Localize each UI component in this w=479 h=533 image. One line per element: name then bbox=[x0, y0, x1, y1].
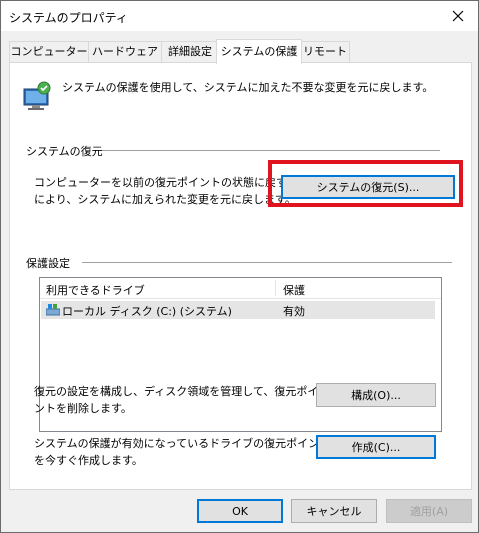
protection-divider bbox=[82, 262, 452, 263]
drive-protection-status: 有効 bbox=[283, 305, 305, 318]
apply-button[interactable]: 適用(A) bbox=[386, 499, 472, 523]
tab-hardware[interactable]: ハードウェア bbox=[88, 41, 162, 62]
tab-advanced[interactable]: 詳細設定 bbox=[161, 41, 219, 62]
ok-button[interactable]: OK bbox=[197, 499, 283, 523]
close-button[interactable] bbox=[438, 1, 478, 31]
cancel-button[interactable]: キャンセル bbox=[291, 499, 377, 523]
configure-button[interactable]: 構成(O)... bbox=[316, 383, 436, 407]
system-properties-window: システムのプロパティ コンピューター名 ハードウェア 詳細設定 システムの保護 … bbox=[0, 0, 479, 533]
create-button[interactable]: 作成(C)... bbox=[316, 435, 436, 459]
drive-icon bbox=[46, 304, 60, 316]
tab-remote[interactable]: リモート bbox=[300, 41, 350, 62]
restore-description-line2: により、システムに加えられた変更を元に戻します。 bbox=[34, 193, 296, 206]
drive-name: ローカル ディスク (C:) (システム) bbox=[62, 305, 232, 318]
create-description-line1: システムの保護が有効になっているドライブの復元ポイント bbox=[34, 437, 331, 450]
tab-computer-name[interactable]: コンピューター名 bbox=[9, 41, 89, 78]
column-separator bbox=[275, 280, 276, 296]
configure-description-line2: ントを削除します。 bbox=[34, 402, 132, 415]
table-row[interactable]: ローカル ディスク (C:) (システム) 有効 bbox=[41, 301, 435, 319]
title-bar: システムのプロパティ bbox=[1, 1, 478, 31]
create-description-line2: を今すぐ作成します。 bbox=[34, 454, 143, 467]
close-icon bbox=[452, 10, 464, 22]
window-title: システムのプロパティ bbox=[9, 11, 128, 25]
protection-section-title: 保護設定 bbox=[26, 257, 70, 270]
highlight-annotation bbox=[268, 160, 463, 207]
column-drive[interactable]: 利用できるドライブ bbox=[46, 282, 145, 298]
tab-panel: システムの保護を使用して、システムに加えた不要な変更を元に戻します。 システムの… bbox=[9, 62, 472, 490]
tab-system-protection[interactable]: システムの保護 bbox=[216, 39, 302, 64]
restore-divider bbox=[102, 150, 440, 151]
list-header: 利用できるドライブ 保護 bbox=[40, 278, 441, 299]
column-protection[interactable]: 保護 bbox=[283, 282, 305, 298]
configure-description-line1: 復元の設定を構成し、ディスク領域を管理して、復元ポイ bbox=[34, 385, 319, 398]
computer-shield-icon bbox=[23, 81, 51, 110]
restore-section-title: システムの復元 bbox=[26, 145, 103, 158]
protection-description: システムの保護を使用して、システムに加えた不要な変更を元に戻します。 bbox=[62, 81, 434, 94]
